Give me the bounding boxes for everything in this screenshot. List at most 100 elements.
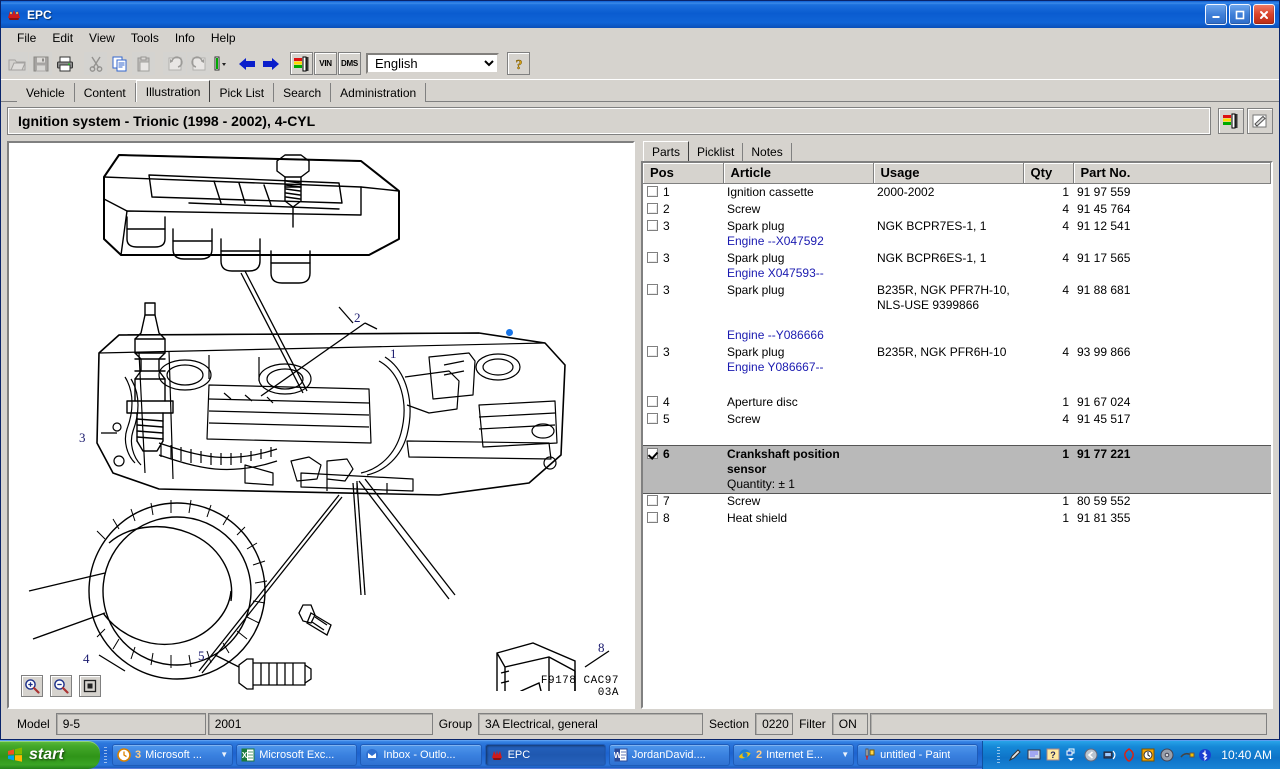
cell-pos[interactable]: 3 <box>643 250 723 282</box>
table-row[interactable]: 4Aperture disc191 67 024 <box>643 394 1271 411</box>
show-hidden-icon[interactable] <box>1065 748 1079 762</box>
bluetooth-icon[interactable] <box>1198 748 1212 762</box>
callout-3[interactable]: 3 <box>79 430 86 446</box>
language-select[interactable]: EnglishDeutschSvenskaFrançaisEspañol <box>366 53 499 74</box>
print-icon[interactable] <box>53 52 76 75</box>
dms-icon[interactable]: DMS <box>338 52 361 75</box>
callout-4[interactable]: 4 <box>83 651 90 667</box>
table-row[interactable]: 7Screw180 59 552 <box>643 493 1271 510</box>
taskbar-button[interactable]: 3Microsoft ...▼ <box>112 744 233 766</box>
row-checkbox[interactable] <box>647 220 658 231</box>
column-header-article[interactable]: Article <box>723 163 873 184</box>
callout-5[interactable]: 5 <box>198 648 205 664</box>
row-checkbox[interactable] <box>647 186 658 197</box>
help-button[interactable]: ? <box>507 52 530 75</box>
forward-arrow-icon[interactable] <box>259 52 282 75</box>
tab-notes[interactable]: Notes <box>743 143 791 161</box>
taskbar-button[interactable]: EPC <box>485 744 606 766</box>
menu-file[interactable]: File <box>9 29 44 47</box>
tab-vehicle[interactable]: Vehicle <box>17 83 75 102</box>
tab-parts[interactable]: Parts <box>643 141 689 161</box>
usb-icon[interactable] <box>1179 748 1193 762</box>
cell-pos[interactable]: 3 <box>643 344 723 376</box>
row-checkbox[interactable] <box>647 252 658 263</box>
save-icon[interactable] <box>29 52 52 75</box>
column-header-part-no[interactable]: Part No. <box>1073 163 1271 184</box>
tab-administration[interactable]: Administration <box>331 83 426 102</box>
cell-pos[interactable]: 3 <box>643 282 723 344</box>
table-row[interactable]: 1Ignition cassette2000-2002191 97 559 <box>643 184 1271 202</box>
copy-icon[interactable] <box>108 52 131 75</box>
cell-pos[interactable]: 7 <box>643 493 723 510</box>
taskbar-button[interactable]: 2Internet E...▼ <box>733 744 854 766</box>
cut-icon[interactable] <box>84 52 107 75</box>
row-checkbox[interactable] <box>647 346 658 357</box>
row-checkbox[interactable] <box>647 512 658 523</box>
taskbar-button[interactable]: Inbox - Outlo... <box>360 744 481 766</box>
illustration-canvas[interactable]: 2 1 3 4 5 8 7 6 F9178 CAC97 03A <box>9 143 633 707</box>
zoom-out-button[interactable] <box>50 675 72 697</box>
undo-icon[interactable] <box>163 52 186 75</box>
restore-button[interactable] <box>1229 4 1251 25</box>
row-checkbox[interactable] <box>647 396 658 407</box>
back-arrow-icon[interactable] <box>235 52 258 75</box>
cell-pos[interactable]: 1 <box>643 184 723 202</box>
start-button[interactable]: start <box>0 741 100 769</box>
column-header-usage[interactable]: Usage <box>873 163 1023 184</box>
callout-2[interactable]: 2 <box>354 310 361 326</box>
redo-icon[interactable] <box>187 52 210 75</box>
table-row-selected[interactable]: 6Crankshaft position sensorQuantity: ± 1… <box>643 446 1271 493</box>
cell-pos[interactable]: 5 <box>643 411 723 428</box>
chevron-down-icon[interactable]: ▼ <box>220 750 228 759</box>
chevron-down-icon[interactable]: ▼ <box>841 750 849 759</box>
table-row[interactable]: 8Heat shield191 81 355 <box>643 510 1271 527</box>
table-row[interactable]: 3Spark plugEngine --Y086666B235R, NGK PF… <box>643 282 1271 344</box>
zoom-in-button[interactable] <box>21 675 43 697</box>
taskbar-grip[interactable] <box>100 742 110 768</box>
menu-help[interactable]: Help <box>203 29 244 47</box>
cell-pos[interactable]: 4 <box>643 394 723 411</box>
show-illustration-button[interactable] <box>1218 108 1244 134</box>
table-row[interactable]: 5Screw491 45 517 <box>643 411 1271 428</box>
scheduler-icon[interactable] <box>1141 748 1155 762</box>
menu-view[interactable]: View <box>81 29 123 47</box>
pen-icon[interactable] <box>1008 748 1022 762</box>
edit-note-button[interactable] <box>1247 108 1273 134</box>
cell-pos[interactable]: 8 <box>643 510 723 527</box>
illustration-panel[interactable]: 2 1 3 4 5 8 7 6 F9178 CAC97 03A <box>7 141 635 709</box>
row-checkbox[interactable] <box>647 413 658 424</box>
help-icon[interactable]: ? <box>1046 748 1060 762</box>
column-header-qty[interactable]: Qty <box>1023 163 1073 184</box>
parts-grid[interactable]: Pos Article Usage Qty Part No. 1Ignition… <box>641 161 1273 709</box>
bookmark-icon[interactable] <box>211 52 234 75</box>
tab-illustration[interactable]: Illustration <box>136 80 211 102</box>
menu-info[interactable]: Info <box>167 29 203 47</box>
table-row[interactable]: 3Spark plugEngine X047593--NGK BCPR6ES-1… <box>643 250 1271 282</box>
close-button[interactable] <box>1253 4 1275 25</box>
taskbar-button[interactable]: XMicrosoft Exc... <box>236 744 357 766</box>
menu-tools[interactable]: Tools <box>123 29 167 47</box>
tab-content[interactable]: Content <box>75 83 136 102</box>
row-checkbox[interactable] <box>647 495 658 506</box>
cell-pos[interactable]: 6 <box>643 446 723 493</box>
disc-icon[interactable] <box>1160 748 1174 762</box>
taskbar-button[interactable]: WJordanDavid.... <box>609 744 730 766</box>
antivirus-icon[interactable] <box>1122 748 1136 762</box>
cell-pos[interactable]: 3 <box>643 218 723 250</box>
table-row[interactable]: 3Spark plugEngine Y086667--B235R, NGK PF… <box>643 344 1271 376</box>
table-row[interactable]: 3Spark plugEngine --X047592NGK BCPR7ES-1… <box>643 218 1271 250</box>
back-circle-icon[interactable] <box>1084 748 1098 762</box>
row-checkbox[interactable] <box>647 203 658 214</box>
tray-grip[interactable] <box>993 742 1003 768</box>
callout-8[interactable]: 8 <box>598 640 605 656</box>
minimize-button[interactable] <box>1205 4 1227 25</box>
zoom-fit-button[interactable] <box>79 675 101 697</box>
open-icon[interactable] <box>5 52 28 75</box>
paste-icon[interactable] <box>132 52 155 75</box>
table-row[interactable]: 2Screw491 45 764 <box>643 201 1271 218</box>
row-checkbox-checked[interactable] <box>647 448 658 459</box>
tablet-icon[interactable] <box>1027 748 1041 762</box>
cell-pos[interactable]: 2 <box>643 201 723 218</box>
menu-edit[interactable]: Edit <box>44 29 81 47</box>
taskbar-button[interactable]: untitled - Paint <box>857 744 978 766</box>
